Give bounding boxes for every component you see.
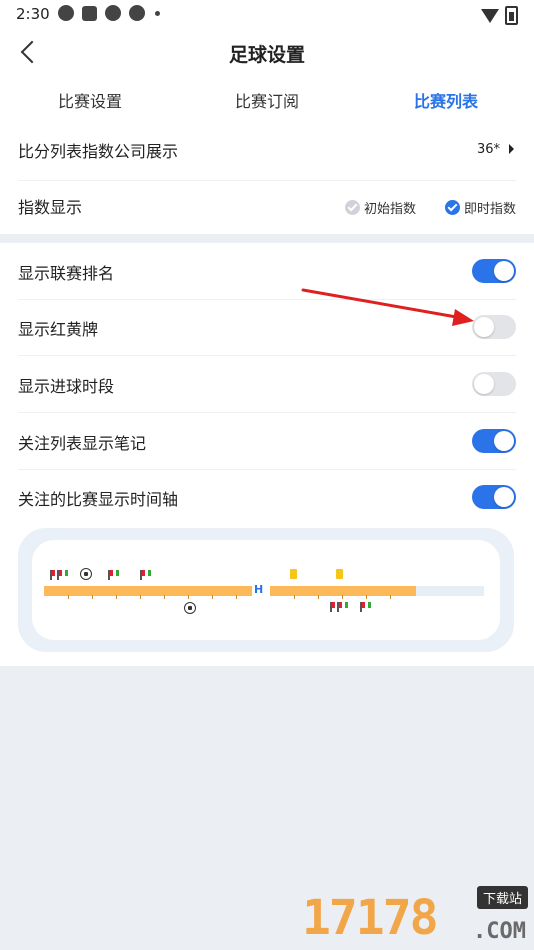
watermark-label: 下载站 — [476, 886, 528, 909]
watermark-digits: 17178 — [302, 890, 438, 946]
site-watermark: 17178 下载站 .COM — [302, 886, 528, 946]
watermark-suffix: .COM — [473, 919, 526, 944]
annotation-arrow — [301, 288, 474, 326]
